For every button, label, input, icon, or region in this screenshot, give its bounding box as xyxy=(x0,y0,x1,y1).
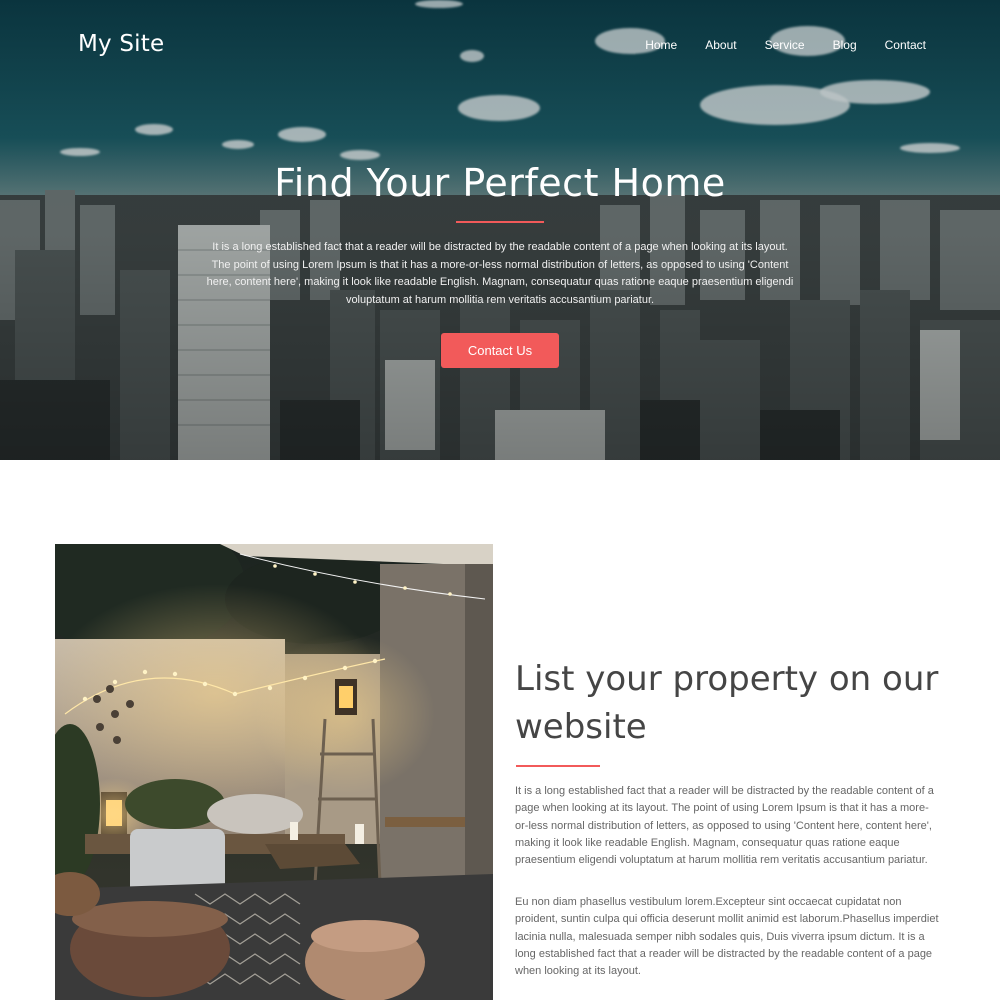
hero-content: Find Your Perfect Home It is a long esta… xyxy=(0,160,1000,368)
patio-photo xyxy=(55,544,493,1000)
hero-title: Find Your Perfect Home xyxy=(274,161,726,205)
nav-contact[interactable]: Contact xyxy=(885,38,926,52)
section-title: List your property on our website xyxy=(515,659,939,747)
section-paragraph-1: It is a long established fact that a rea… xyxy=(515,785,934,867)
section-title-underline xyxy=(516,765,600,767)
hero-description: It is a long established fact that a rea… xyxy=(206,241,794,306)
nav-service[interactable]: Service xyxy=(765,38,805,52)
nav-blog[interactable]: Blog xyxy=(833,38,857,52)
contact-us-button[interactable]: Contact Us xyxy=(441,333,559,368)
site-logo[interactable]: My Site xyxy=(78,31,164,57)
list-property-section: List your property on our website It is … xyxy=(0,460,1000,1000)
navbar: My Site Home About Service Blog Contact xyxy=(0,0,1000,90)
patio-image xyxy=(55,544,493,1000)
nav-home[interactable]: Home xyxy=(645,38,677,52)
hero-section: My Site Home About Service Blog Contact … xyxy=(0,0,1000,460)
nav-menu: Home About Service Blog Contact xyxy=(645,38,926,52)
hero-title-underline xyxy=(456,221,544,223)
nav-about[interactable]: About xyxy=(705,38,736,52)
section-paragraph-2: Eu non diam phasellus vestibulum lorem.E… xyxy=(515,896,939,978)
